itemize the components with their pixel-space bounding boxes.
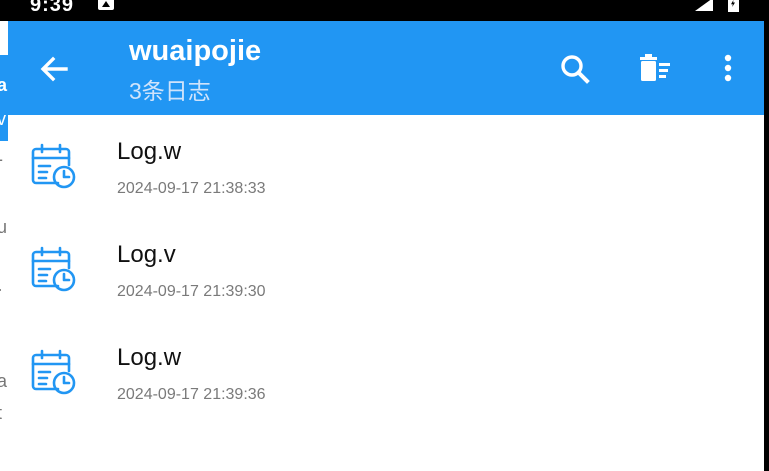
background-app-char: t [0,403,2,424]
log-level: Log.w [117,138,182,165]
more-vert-icon [724,54,732,82]
calendar-clock-icon [31,246,76,292]
clear-logs-button[interactable] [634,47,678,91]
log-item[interactable]: Log.w 2024-09-17 21:38:33 [8,115,764,218]
calendar-clock-icon [31,349,76,395]
log-level: Log.w [117,344,182,371]
search-icon [561,55,590,84]
page-title: wuaipojie [129,35,262,67]
battery-icon [728,0,739,12]
back-button[interactable] [34,49,74,89]
background-app-char: a [0,371,8,391]
more-options-button[interactable] [706,47,750,91]
delete-list-icon [640,54,670,81]
app-bar: wuaipojie 3条日志 [8,21,764,115]
log-timestamp: 2024-09-17 21:38:33 [117,180,266,197]
log-timestamp: 2024-09-17 21:39:30 [117,283,266,300]
background-app-bar: a v [0,55,8,141]
log-item[interactable]: Log.v 2024-09-17 21:39:30 [8,218,764,321]
background-app-char: u [0,217,8,237]
log-list: Log.w 2024-09-17 21:38:33 Log.v 2024-09-… [8,115,764,424]
status-time: 9:39 [30,0,75,16]
log-timestamp: 2024-09-17 21:39:36 [117,386,266,403]
page-subtitle: 3条日志 [129,78,211,104]
background-app-char: - [0,149,3,170]
background-app-char: a [0,75,8,95]
log-item[interactable]: Log.w 2024-09-17 21:39:36 [8,321,764,424]
log-level: Log.v [117,241,176,268]
log-window: wuaipojie 3条日志 Log.w 2024-09-17 21:38:33… [8,21,764,471]
background-app-char: · [0,279,3,300]
status-bar: 9:39 [0,0,769,21]
notification-icon [98,0,114,10]
calendar-clock-icon [31,143,76,189]
background-app-char: v [0,109,6,129]
screen: 9:39 a v - u · a t wuaipojie 3条日志 [0,0,769,471]
background-app: a v - u · a t [0,21,8,471]
signal-icon [695,0,713,11]
arrow-left-icon [40,56,68,82]
search-button[interactable] [554,47,598,91]
